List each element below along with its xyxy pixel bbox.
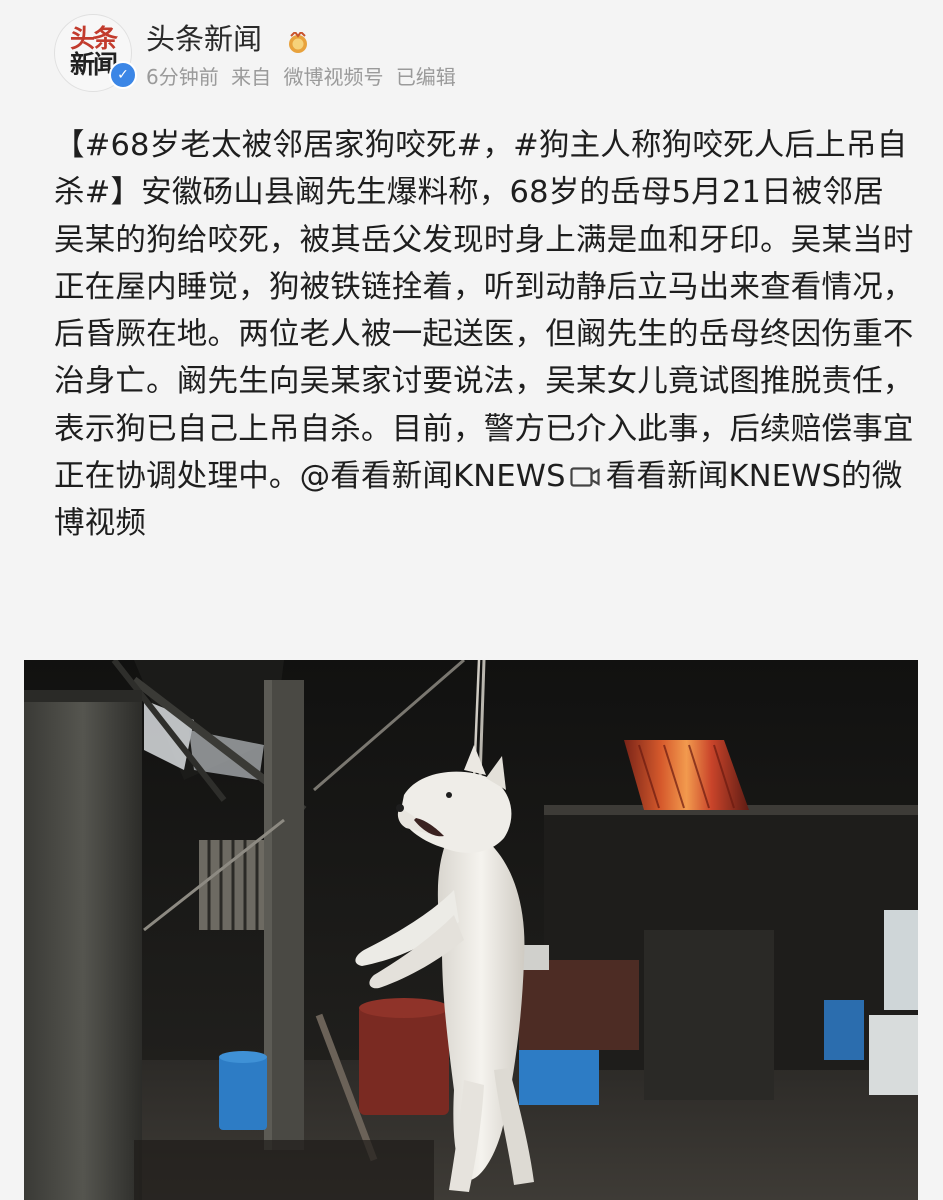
account-name[interactable]: 头条新闻 [146, 22, 262, 56]
post-time: 6分钟前 [146, 65, 219, 89]
post-text: 【#68岁老太被邻居家狗咬死#，#狗主人称狗咬死人后上吊自杀#】安徽砀山县阚先生… [54, 128, 914, 495]
source-prefix: 来自 [231, 65, 272, 89]
scene-image [24, 660, 918, 1200]
video-camera-icon [570, 455, 600, 487]
post-body: 【#68岁老太被邻居家狗咬死#，#狗主人称狗咬死人后上吊自杀#】安徽砀山县阚先生… [54, 122, 914, 548]
verified-badge-icon: ✓ [109, 61, 137, 89]
avatar-logo-line-1: 头条 [69, 24, 118, 53]
medal-icon [289, 32, 307, 53]
edited-label: 已编辑 [395, 65, 456, 89]
post-source[interactable]: 微博视频号 [283, 65, 383, 89]
post-header: 头条 新闻 ✓ 头条新闻 6分钟前 来自 微博视频号 已编辑 [54, 12, 914, 96]
post-meta: 6分钟前 来自 微博视频号 已编辑 [146, 64, 462, 90]
post-video-thumbnail[interactable] [24, 660, 918, 1200]
